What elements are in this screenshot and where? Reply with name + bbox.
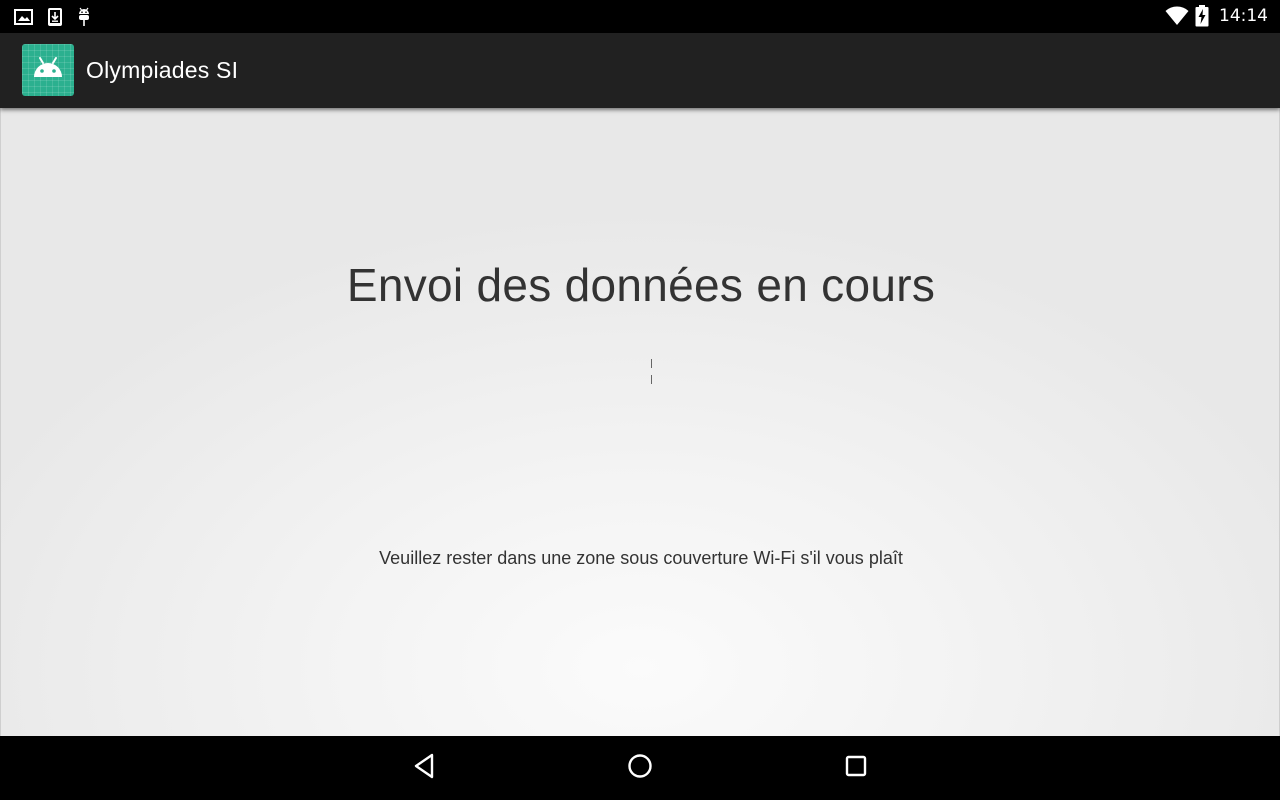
app-title: Olympiades SI	[86, 57, 239, 83]
main-content: Envoi des données en cours Veuillez rest…	[0, 108, 1280, 736]
navigation-bar	[0, 736, 1280, 800]
system-status-icons: 14:14	[1165, 5, 1268, 27]
back-button[interactable]	[406, 750, 442, 786]
status-bar: 14:14	[0, 0, 1280, 33]
battery-charging-icon	[1195, 5, 1209, 27]
home-icon	[627, 753, 653, 783]
page-title: Envoi des données en cours	[346, 259, 936, 311]
app-logo	[22, 44, 74, 96]
image-notification-icon	[14, 8, 34, 26]
recents-button[interactable]	[838, 750, 874, 786]
download-notification-icon	[47, 7, 63, 27]
home-button[interactable]	[622, 750, 658, 786]
back-icon	[412, 753, 436, 783]
app-bar: Olympiades SI	[0, 33, 1280, 108]
wifi-icon	[1165, 6, 1189, 26]
notification-icons	[14, 6, 92, 28]
clock: 14:14	[1219, 6, 1268, 26]
recents-icon	[844, 754, 868, 782]
wifi-warning-message: Veuillez rester dans une zone sous couve…	[379, 548, 903, 568]
loading-indicator	[651, 359, 653, 385]
android-debug-icon	[76, 7, 92, 27]
android-icon	[32, 56, 64, 84]
